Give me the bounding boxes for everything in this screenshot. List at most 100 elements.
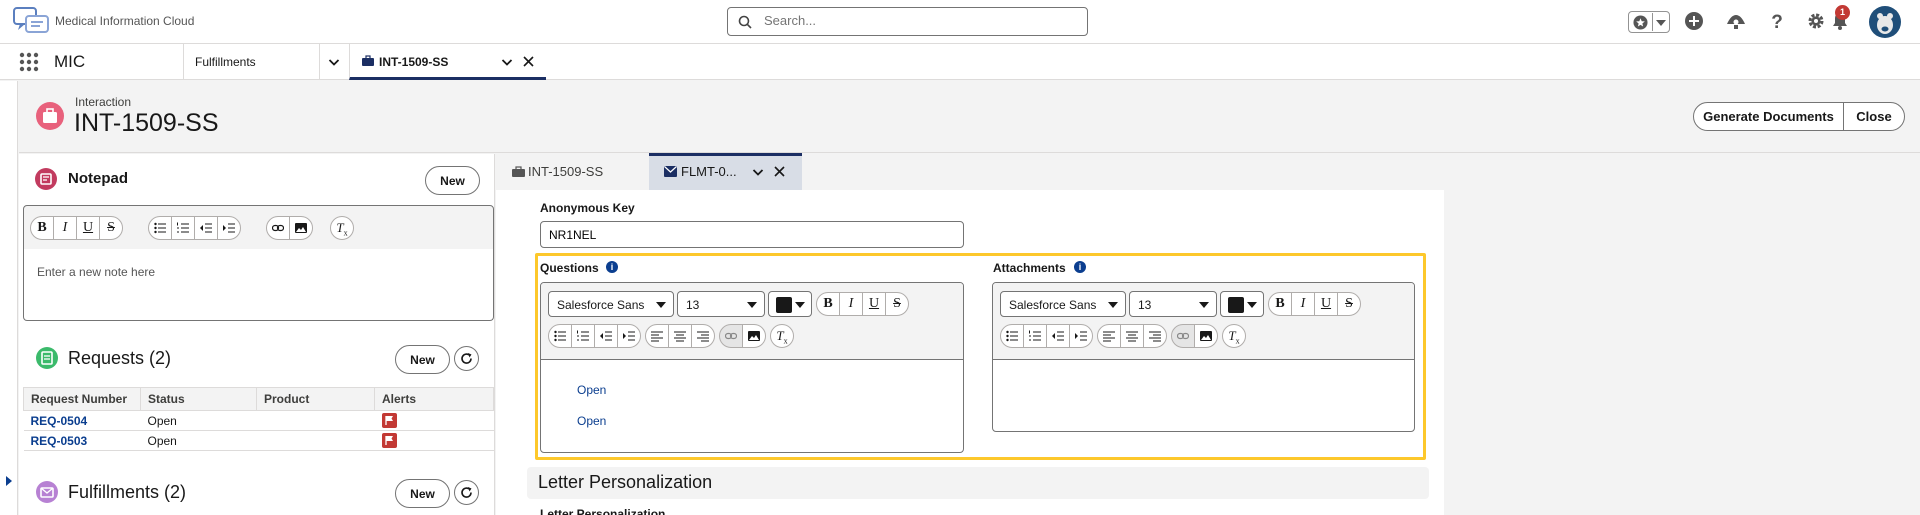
indent-icon[interactable] [1069,324,1093,348]
refresh-icon[interactable] [454,480,479,505]
tab-label: Fulfillments [195,55,256,69]
subtab-int-1509-ss[interactable]: INT-1509-SS [496,153,649,190]
underline-button[interactable]: U [1314,292,1338,316]
align-right-icon[interactable] [1143,324,1167,348]
font-family-select[interactable]: Salesforce Sans [1000,291,1126,317]
bold-button[interactable]: B [1268,292,1292,316]
question-item[interactable]: Open [577,383,606,397]
attachments-toolbar: Salesforce Sans 13 B I U S Tx [993,283,1414,360]
expand-arrow-icon[interactable] [6,476,12,486]
fulfillments-new-button[interactable]: New [395,479,450,508]
link-icon[interactable] [1171,324,1195,348]
align-center-icon[interactable] [1120,324,1144,348]
align-right-icon[interactable] [691,324,715,348]
anonymous-key-input[interactable] [540,221,964,248]
font-family-value: Salesforce Sans [1009,298,1097,312]
align-center-icon[interactable] [668,324,692,348]
text-color-picker[interactable] [768,291,812,317]
bold-button[interactable]: B [816,292,840,316]
record-type: Interaction [75,95,132,109]
chevron-down-icon[interactable] [328,56,340,68]
help-icon[interactable]: ? [1767,11,1789,33]
close-button[interactable]: Close [1843,102,1905,131]
column-header[interactable]: Request Number [23,387,141,411]
italic-button[interactable]: I [53,216,77,240]
close-icon[interactable] [774,166,785,177]
column-header[interactable]: Alerts [374,387,494,411]
question-item[interactable]: Open [577,414,606,428]
favorites-button[interactable] [1628,11,1670,33]
anonymous-key-label: Anonymous Key [540,201,635,215]
bulleted-list-icon[interactable] [548,324,572,348]
font-size-select[interactable]: 13 [1129,291,1217,317]
bulleted-list-icon[interactable] [1000,324,1024,348]
font-family-select[interactable]: Salesforce Sans [548,291,674,317]
note-editor[interactable] [23,249,494,321]
outdent-icon[interactable] [194,216,218,240]
numbered-list-icon[interactable] [1023,324,1047,348]
request-number-link[interactable]: REQ-0503 [23,430,141,451]
generate-documents-button[interactable]: Generate Documents [1693,102,1844,131]
image-icon[interactable] [289,216,313,240]
chevron-down-icon[interactable] [1656,20,1666,26]
briefcase-icon [36,102,64,130]
gear-icon[interactable] [1806,11,1828,33]
bulleted-list-icon[interactable] [148,216,172,240]
chevron-down-icon[interactable] [501,56,513,68]
outdent-icon[interactable] [594,324,618,348]
notepad-new-button[interactable]: New [425,166,480,195]
subtab-flmt[interactable]: FLMT-0... [649,153,802,190]
add-icon[interactable] [1684,11,1706,33]
numbered-list-icon[interactable] [571,324,595,348]
italic-button[interactable]: I [839,292,863,316]
link-icon[interactable] [719,324,743,348]
indent-icon[interactable] [217,216,241,240]
refresh-icon[interactable] [454,346,479,371]
info-icon[interactable]: i [1074,261,1086,273]
info-icon[interactable]: i [606,261,618,273]
trailhead-icon[interactable] [1726,11,1748,33]
align-left-icon[interactable] [1097,324,1121,348]
tab-int-1509-ss[interactable]: INT-1509-SS [349,44,546,80]
strikethrough-button[interactable]: S [885,292,909,316]
flag-icon [381,413,397,429]
strikethrough-button[interactable]: S [99,216,123,240]
bold-button[interactable]: B [30,216,54,240]
notepad-icon [35,168,57,190]
align-left-icon[interactable] [645,324,669,348]
tab-fulfillments[interactable]: Fulfillments [183,44,349,80]
text-color-picker[interactable] [1220,291,1264,317]
search-input[interactable] [764,13,1064,28]
attachments-editor: Salesforce Sans 13 B I U S Tx [992,282,1415,432]
strikethrough-button[interactable]: S [1337,292,1361,316]
clear-formatting-icon[interactable]: Tx [330,216,354,240]
italic-button[interactable]: I [1291,292,1315,316]
clear-formatting-icon[interactable]: Tx [770,324,794,348]
font-size-select[interactable]: 13 [677,291,765,317]
requests-table: Request Number Status Product Alerts REQ… [23,387,494,451]
global-search[interactable] [727,7,1088,36]
underline-button[interactable]: U [862,292,886,316]
indent-icon[interactable] [617,324,641,348]
avatar[interactable] [1869,6,1901,38]
column-header[interactable]: Status [140,387,257,411]
underline-button[interactable]: U [76,216,100,240]
chevron-down-icon[interactable] [752,166,764,178]
image-icon[interactable] [742,324,766,348]
medical-cloud-logo-icon[interactable] [12,6,52,38]
requests-new-button[interactable]: New [395,345,450,374]
briefcase-icon [512,166,525,178]
numbered-list-icon[interactable] [171,216,195,240]
close-icon[interactable] [523,56,534,67]
outdent-icon[interactable] [1046,324,1070,348]
chevron-down-icon [1108,302,1118,308]
link-icon[interactable] [266,216,290,240]
brand-name: Medical Information Cloud [55,14,195,28]
column-header[interactable]: Product [256,387,375,411]
request-number-link[interactable]: REQ-0504 [23,410,141,431]
clear-formatting-icon[interactable]: Tx [1222,324,1246,348]
image-icon[interactable] [1194,324,1218,348]
app-launcher-icon[interactable] [19,52,39,72]
color-swatch [776,297,792,313]
page-title: INT-1509-SS [74,109,219,137]
